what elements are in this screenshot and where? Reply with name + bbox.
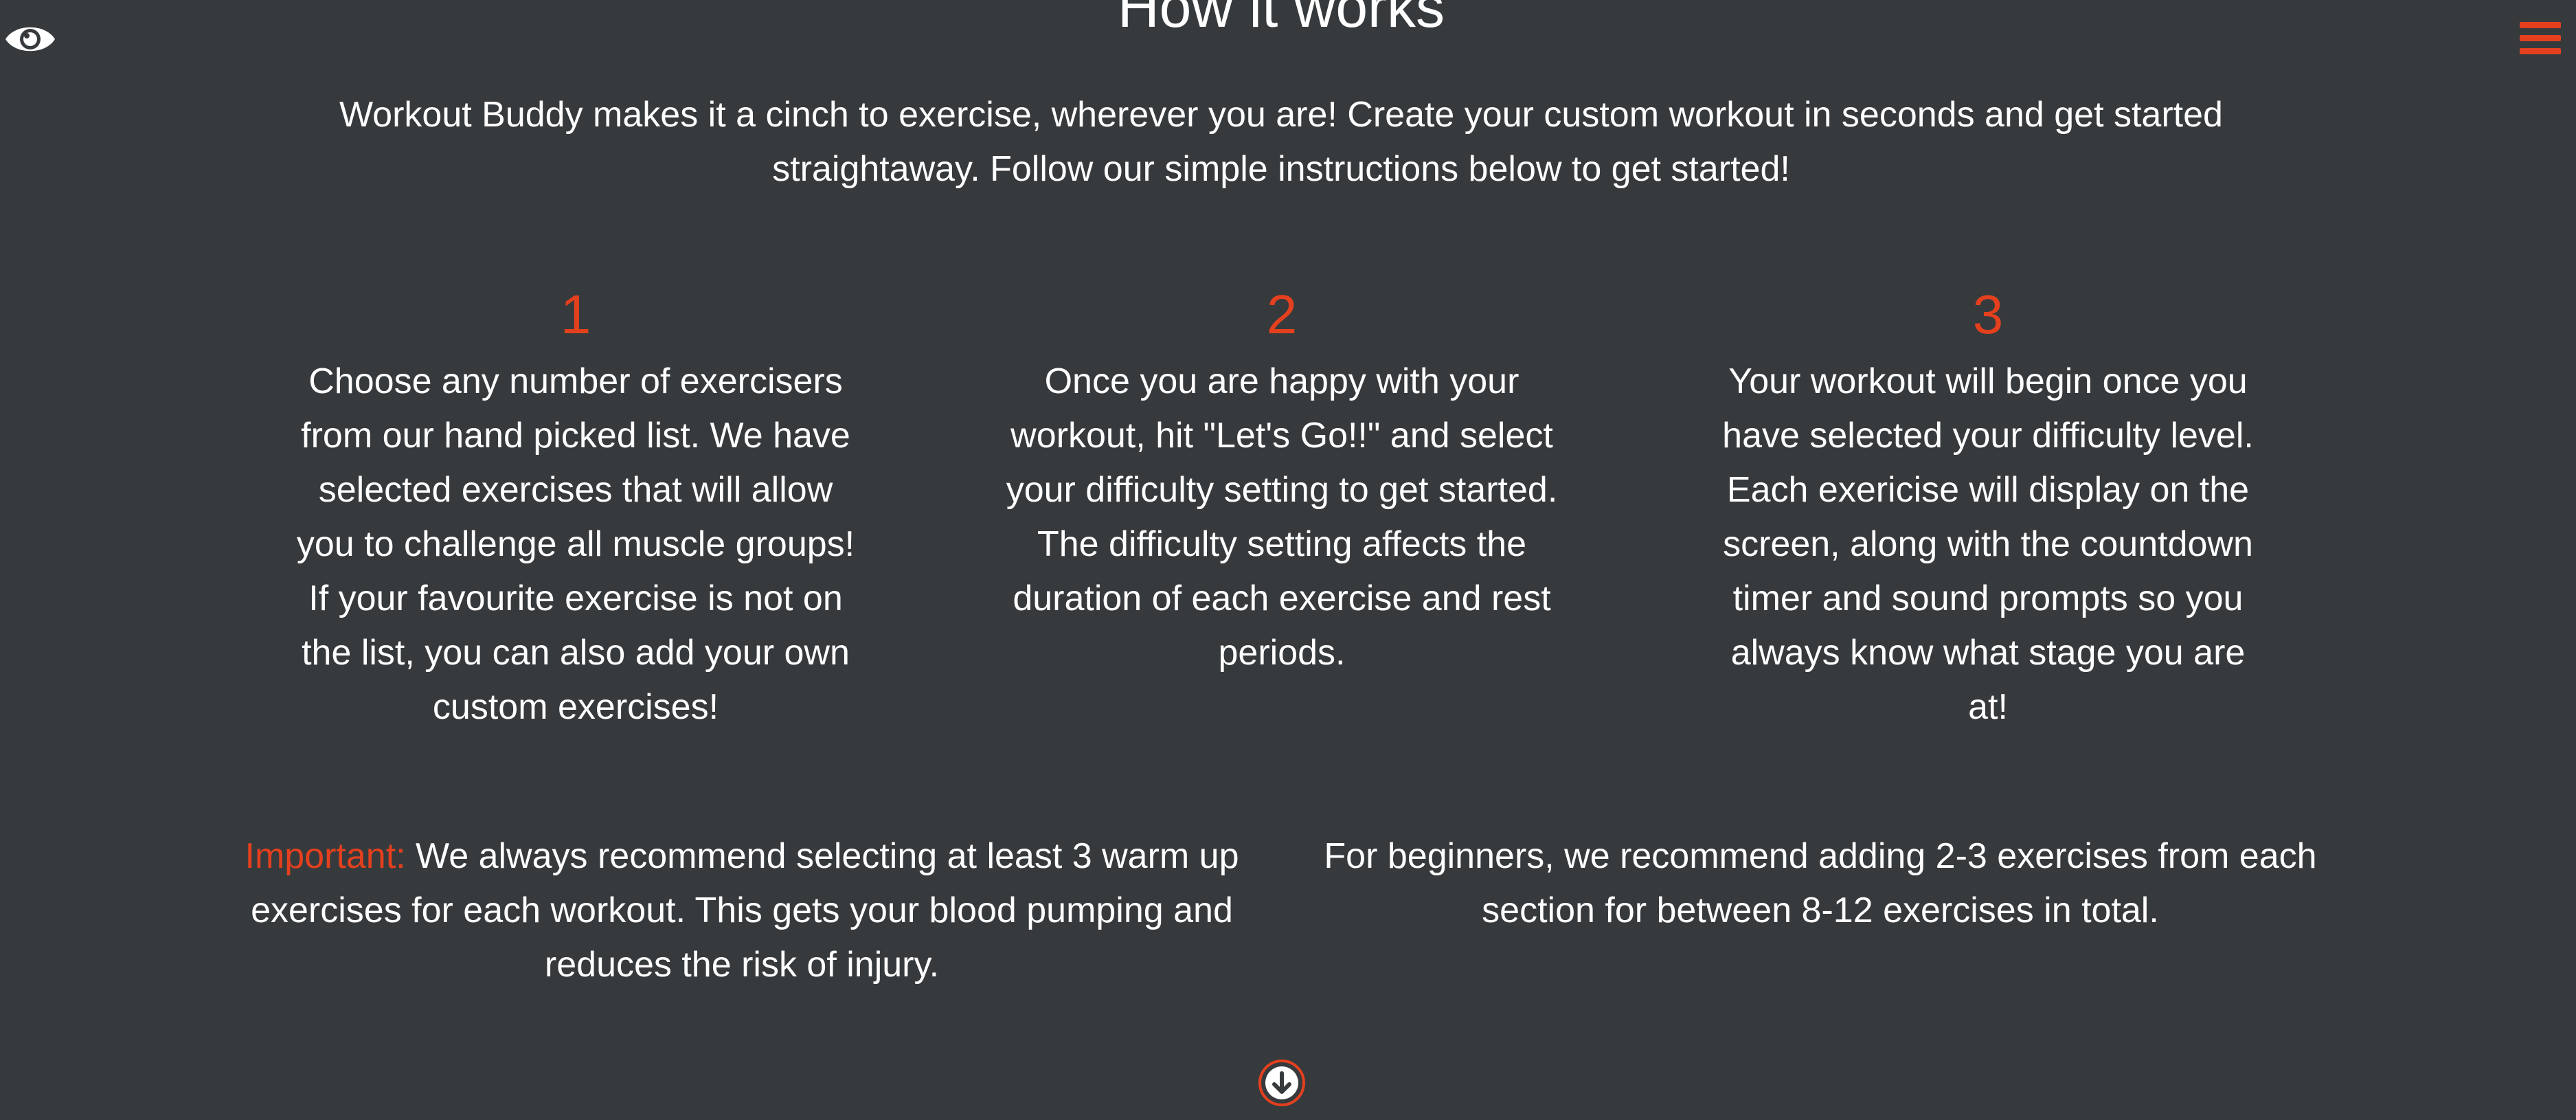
step-description: Your workout will begin once you have se… <box>1722 361 2254 727</box>
step-number: 1 <box>560 284 591 345</box>
arrow-down-circle-icon[interactable] <box>1257 1058 1307 1108</box>
intro-text: Workout Buddy makes it a cinch to exerci… <box>339 95 2223 189</box>
step-number: 2 <box>1266 284 1298 345</box>
step-number: 3 <box>1972 284 2004 345</box>
important-note: Important: We always recommend selecting… <box>227 829 1257 992</box>
important-label: Important: <box>245 836 406 876</box>
step-2: 2 Once you are happy with your workout, … <box>1000 275 1563 680</box>
step-description: Choose any number of exercisers from our… <box>296 361 855 727</box>
section-title: How it works <box>1117 0 1445 39</box>
step-1: 1 Choose any number of exercisers from o… <box>294 275 857 735</box>
step-3: 3 Your workout will begin once you have … <box>1706 275 2270 735</box>
step-description: Once you are happy with your workout, hi… <box>1006 361 1558 673</box>
beginners-note: For beginners, we recommend adding 2-3 e… <box>1324 836 2317 930</box>
